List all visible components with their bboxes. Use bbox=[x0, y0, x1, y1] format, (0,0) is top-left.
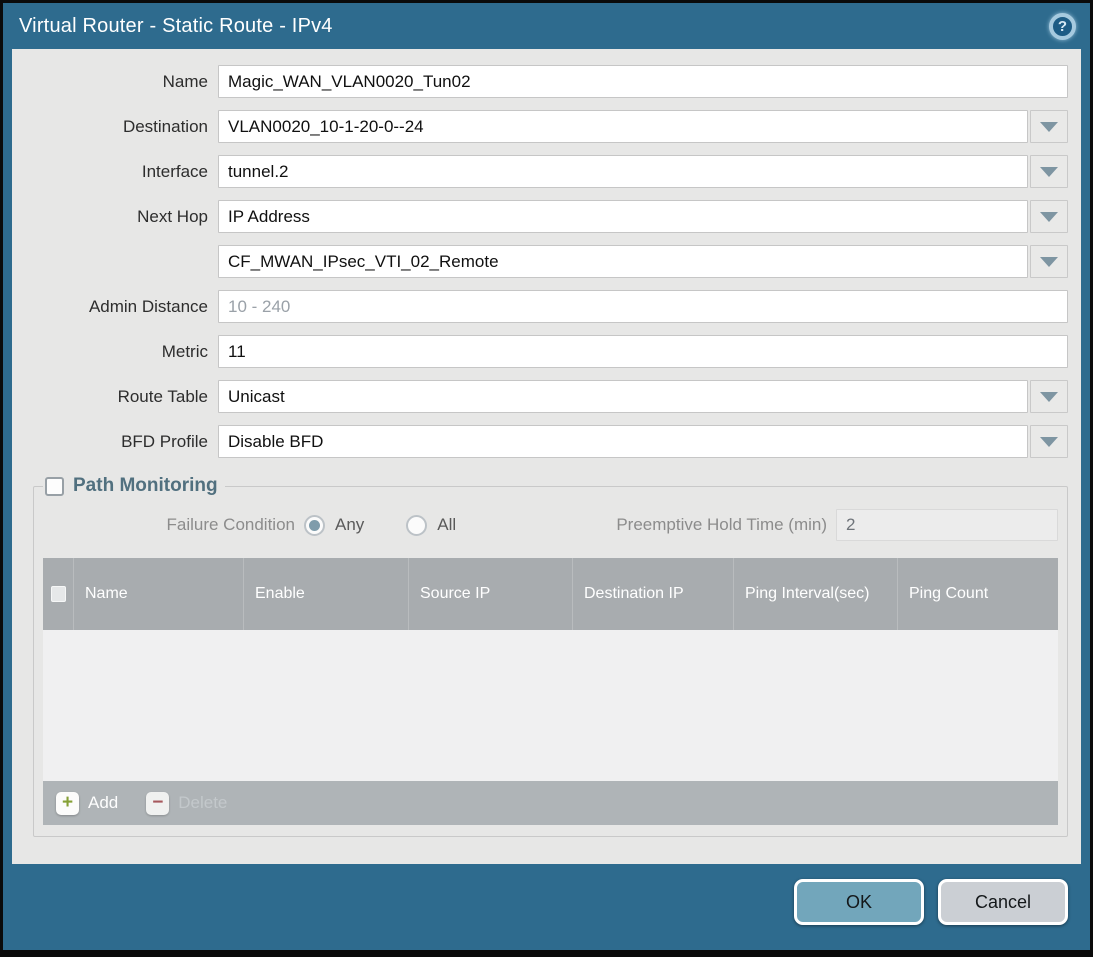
table-header-ping-count: Ping Count bbox=[897, 558, 1058, 630]
form-row-next-hop: Next Hop bbox=[12, 200, 1068, 233]
radio-any-label: Any bbox=[335, 515, 364, 535]
path-monitoring-checkbox[interactable] bbox=[45, 477, 64, 496]
table-header-row: Name Enable Source IP Destination IP Pin… bbox=[43, 558, 1058, 630]
form-row-destination: Destination bbox=[12, 110, 1068, 143]
admin-distance-input[interactable] bbox=[218, 290, 1068, 323]
failure-condition-option-any: Any bbox=[304, 515, 364, 536]
next-hop-type-dropdown-button[interactable] bbox=[1030, 200, 1068, 233]
bfd-profile-dropdown-button[interactable] bbox=[1030, 425, 1068, 458]
select-all-checkbox[interactable] bbox=[51, 586, 66, 602]
next-hop-type-input[interactable] bbox=[218, 200, 1028, 233]
dialog-titlebar: Virtual Router - Static Route - IPv4 bbox=[3, 3, 1090, 49]
form-row-bfd-profile: BFD Profile bbox=[12, 425, 1068, 458]
name-label: Name bbox=[12, 72, 218, 92]
delete-button-label: Delete bbox=[178, 793, 227, 813]
chevron-down-icon bbox=[1040, 437, 1058, 447]
table-header-name: Name bbox=[73, 558, 243, 630]
path-monitoring-section: Path Monitoring Failure Condition Any Al… bbox=[33, 475, 1068, 837]
add-button-label: Add bbox=[88, 793, 118, 813]
destination-dropdown-button[interactable] bbox=[1030, 110, 1068, 143]
metric-label: Metric bbox=[12, 342, 218, 362]
radio-any[interactable] bbox=[304, 515, 325, 536]
interface-dropdown-button[interactable] bbox=[1030, 155, 1068, 188]
table-body-empty bbox=[43, 630, 1058, 781]
next-hop-address-dropdown-button[interactable] bbox=[1030, 245, 1068, 278]
failure-condition-option-all: All bbox=[406, 515, 456, 536]
name-input[interactable] bbox=[218, 65, 1068, 98]
form-row-admin-distance: Admin Distance bbox=[12, 290, 1068, 323]
dialog-title: Virtual Router - Static Route - IPv4 bbox=[19, 15, 333, 38]
destination-input[interactable] bbox=[218, 110, 1028, 143]
metric-input[interactable] bbox=[218, 335, 1068, 368]
bfd-profile-label: BFD Profile bbox=[12, 432, 218, 452]
route-table-input[interactable] bbox=[218, 380, 1028, 413]
bfd-profile-input[interactable] bbox=[218, 425, 1028, 458]
form-row-name: Name bbox=[12, 65, 1068, 98]
table-toolbar: Add Delete bbox=[43, 781, 1058, 825]
destination-label: Destination bbox=[12, 117, 218, 137]
admin-distance-label: Admin Distance bbox=[12, 297, 218, 317]
form-row-interface: Interface bbox=[12, 155, 1068, 188]
chevron-down-icon bbox=[1040, 212, 1058, 222]
ok-button[interactable]: OK bbox=[794, 879, 924, 925]
plus-icon bbox=[56, 792, 79, 815]
table-header-destination-ip: Destination IP bbox=[572, 558, 733, 630]
next-hop-address-input[interactable] bbox=[218, 245, 1028, 278]
dialog-content: Name Destination Interface bbox=[12, 49, 1081, 864]
next-hop-label: Next Hop bbox=[12, 207, 218, 227]
cancel-button[interactable]: Cancel bbox=[938, 879, 1068, 925]
failure-condition-label: Failure Condition bbox=[42, 515, 304, 535]
preemptive-hold-label: Preemptive Hold Time (min) bbox=[616, 515, 836, 535]
chevron-down-icon bbox=[1040, 167, 1058, 177]
radio-all-label: All bbox=[437, 515, 456, 535]
table-header-ping-interval: Ping Interval(sec) bbox=[733, 558, 897, 630]
table-header-select bbox=[43, 558, 73, 630]
add-button[interactable]: Add bbox=[56, 792, 118, 815]
interface-input[interactable] bbox=[218, 155, 1028, 188]
route-table-label: Route Table bbox=[12, 387, 218, 407]
radio-all[interactable] bbox=[406, 515, 427, 536]
delete-button[interactable]: Delete bbox=[146, 792, 227, 815]
chevron-down-icon bbox=[1040, 392, 1058, 402]
dialog-footer: OK Cancel bbox=[3, 864, 1090, 950]
chevron-down-icon bbox=[1040, 122, 1058, 132]
route-table-dropdown-button[interactable] bbox=[1030, 380, 1068, 413]
help-icon[interactable] bbox=[1049, 13, 1076, 40]
form-row-next-hop-address bbox=[12, 245, 1068, 278]
table-header-source-ip: Source IP bbox=[408, 558, 572, 630]
table-header-enable: Enable bbox=[243, 558, 408, 630]
path-monitoring-title: Path Monitoring bbox=[73, 475, 218, 497]
chevron-down-icon bbox=[1040, 257, 1058, 267]
form-row-route-table: Route Table bbox=[12, 380, 1068, 413]
path-monitoring-legend: Path Monitoring bbox=[43, 475, 225, 497]
form-row-metric: Metric bbox=[12, 335, 1068, 368]
path-monitoring-table: Name Enable Source IP Destination IP Pin… bbox=[43, 558, 1058, 825]
minus-icon bbox=[146, 792, 169, 815]
preemptive-hold-input[interactable] bbox=[836, 509, 1058, 541]
static-route-dialog: Virtual Router - Static Route - IPv4 Nam… bbox=[0, 0, 1093, 957]
failure-condition-row: Failure Condition Any All Preemptive Hol… bbox=[42, 507, 1058, 543]
interface-label: Interface bbox=[12, 162, 218, 182]
